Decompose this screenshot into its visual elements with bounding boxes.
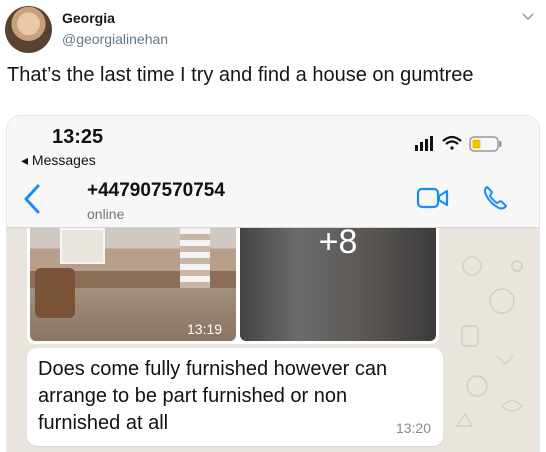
phone-top-bar: 13:25 ◂ Messages +447907570754 online xyxy=(7,116,539,228)
tweet-text: That’s the last time I try and find a ho… xyxy=(7,64,474,86)
message-bubble[interactable]: Does come fully furnished however can ar… xyxy=(27,348,443,446)
room-window xyxy=(60,228,105,264)
message-text: Does come fully furnished however can ar… xyxy=(38,358,388,434)
chevron-down-icon[interactable] xyxy=(521,12,535,22)
video-call-icon[interactable] xyxy=(416,187,450,209)
contact-status: online xyxy=(87,206,125,222)
back-to-messages: ◂ Messages xyxy=(21,152,96,168)
back-chevron-icon[interactable] xyxy=(23,184,41,214)
wifi-icon xyxy=(442,135,462,150)
room-chair xyxy=(35,268,75,318)
battery-icon xyxy=(469,136,502,152)
status-time: 13:25 xyxy=(52,126,104,148)
tweet-media-screenshot[interactable]: 13:25 ◂ Messages +447907570754 online +8… xyxy=(6,115,540,452)
status-icons xyxy=(415,135,502,152)
wallpaper-doodles xyxy=(455,256,524,427)
user-handle[interactable]: @georgialinehan xyxy=(62,31,168,47)
phone-call-icon[interactable] xyxy=(481,184,509,212)
tweet-header: Georgia @georgialinehan xyxy=(0,0,546,60)
signal-icon xyxy=(415,136,433,151)
photo-timestamp: 13:19 xyxy=(187,321,223,337)
message-timestamp: 13:20 xyxy=(395,420,431,436)
more-photos-count[interactable]: +8 xyxy=(240,223,436,262)
contact-name[interactable]: +447907570754 xyxy=(87,180,225,202)
avatar[interactable] xyxy=(5,6,52,53)
display-name[interactable]: Georgia xyxy=(62,10,115,26)
